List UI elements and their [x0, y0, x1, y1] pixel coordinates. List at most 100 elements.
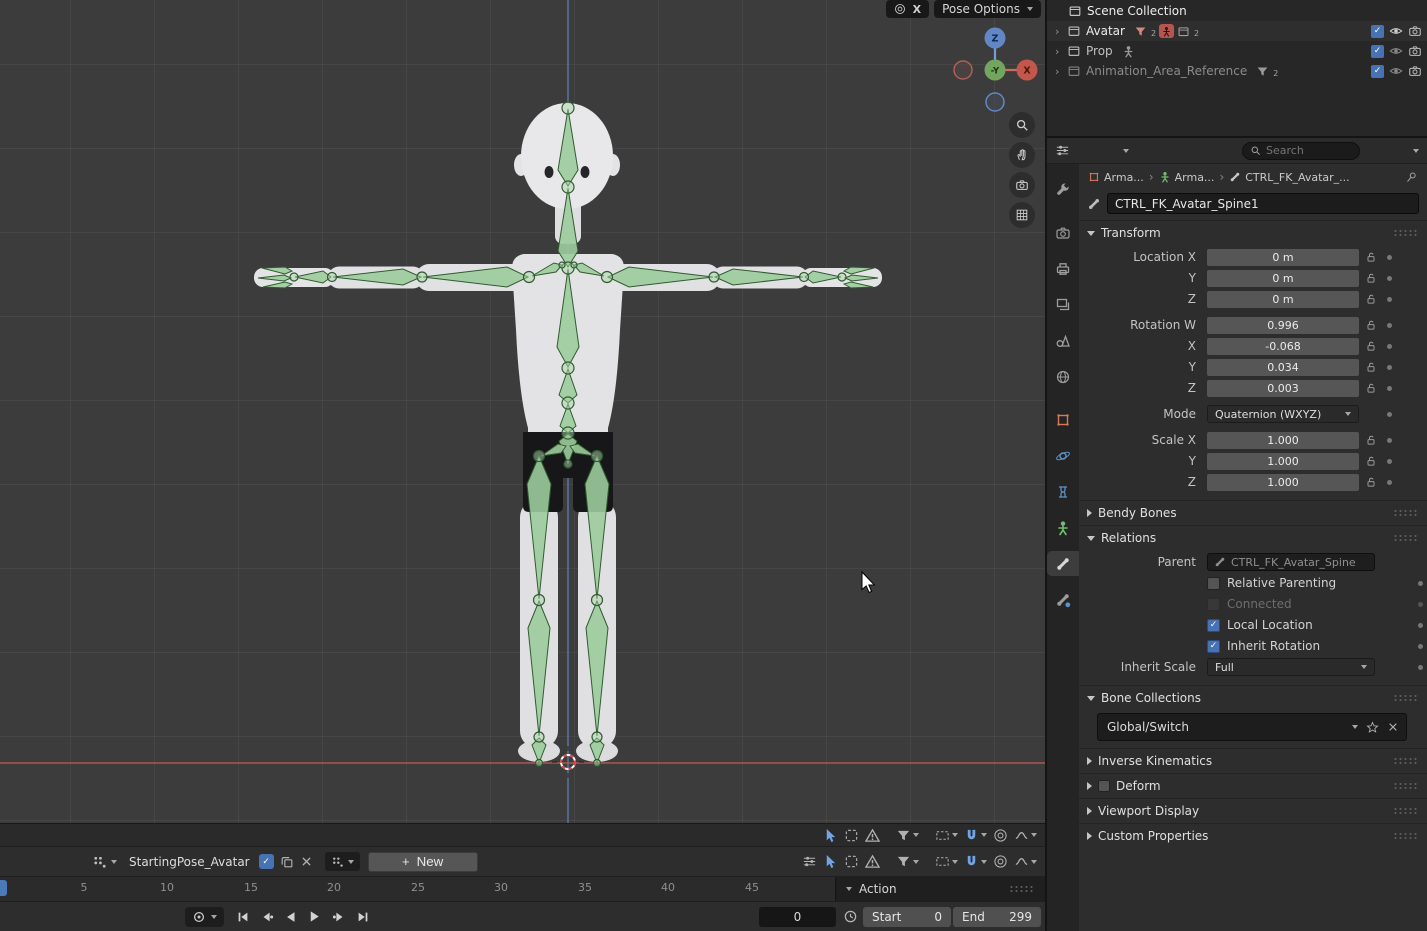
- bone-name-field[interactable]: [1107, 193, 1419, 214]
- tab-world[interactable]: [1047, 364, 1079, 389]
- drag-grip[interactable]: [1393, 534, 1419, 542]
- expand-chevron-icon[interactable]: ›: [1055, 45, 1065, 58]
- lock-icon[interactable]: [1362, 251, 1380, 263]
- drag-grip[interactable]: [1393, 807, 1419, 815]
- deform-checkbox[interactable]: [1098, 780, 1110, 792]
- falloff-icon[interactable]: [1014, 854, 1037, 869]
- animate-dot[interactable]: [1387, 480, 1392, 485]
- tab-render[interactable]: [1047, 220, 1079, 245]
- expand-chevron-icon[interactable]: ›: [1055, 65, 1065, 78]
- action-channel-header[interactable]: Action: [835, 877, 1045, 901]
- scale-x-field[interactable]: 1.000: [1207, 432, 1359, 449]
- outliner-row-animation-area-reference[interactable]: › Animation_Area_Reference 2 ✓: [1047, 61, 1427, 81]
- panel-deform-header[interactable]: Deform: [1079, 774, 1427, 798]
- scale-y-field[interactable]: 1.000: [1207, 453, 1359, 470]
- lock-icon[interactable]: [1362, 434, 1380, 446]
- animate-dot[interactable]: [1387, 276, 1392, 281]
- tab-view-layer[interactable]: [1047, 292, 1079, 317]
- camera-icon[interactable]: [1408, 24, 1422, 38]
- tab-scene[interactable]: [1047, 328, 1079, 353]
- current-frame-field[interactable]: 0: [759, 907, 836, 927]
- viewport-3d[interactable]: X Pose Options Z X -Y: [0, 0, 1045, 823]
- animate-dot[interactable]: [1418, 665, 1423, 670]
- zoom-button[interactable]: [1009, 112, 1035, 138]
- unlink-action-icon[interactable]: [300, 855, 313, 868]
- star-icon[interactable]: [1366, 721, 1379, 734]
- lock-icon[interactable]: [1362, 382, 1380, 394]
- timeline-ruler[interactable]: 5 10 15 20 25 30 35 40 45 Action: [0, 876, 1045, 901]
- show-errors-icon[interactable]: [865, 828, 880, 843]
- lock-icon[interactable]: [1362, 455, 1380, 467]
- animate-dot[interactable]: [1387, 365, 1392, 370]
- jump-to-end-button[interactable]: [354, 908, 371, 925]
- chevron-down-icon[interactable]: [1352, 725, 1358, 729]
- tab-output[interactable]: [1047, 256, 1079, 281]
- eye-icon[interactable]: [1389, 44, 1403, 58]
- auto-keying-toggle[interactable]: [185, 907, 224, 927]
- location-y-field[interactable]: 0 m: [1207, 270, 1359, 287]
- local-location-checkbox[interactable]: ✓: [1207, 619, 1220, 632]
- snap-icon[interactable]: [964, 828, 987, 843]
- animate-dot[interactable]: [1387, 412, 1392, 417]
- filter-icon[interactable]: [896, 854, 919, 869]
- proportional-edit-icon[interactable]: [894, 3, 906, 15]
- panel-bone-collections-header[interactable]: Bone Collections: [1079, 686, 1427, 710]
- animate-dot[interactable]: [1387, 386, 1392, 391]
- chevron-down-icon[interactable]: [1123, 149, 1129, 153]
- tab-object-data[interactable]: [1047, 515, 1079, 540]
- snap-icon[interactable]: [964, 854, 987, 869]
- camera-icon[interactable]: [1408, 64, 1422, 78]
- animate-dot[interactable]: [1387, 438, 1392, 443]
- search-box[interactable]: [1242, 142, 1360, 160]
- drag-grip[interactable]: [1393, 832, 1419, 840]
- location-x-field[interactable]: 0 m: [1207, 249, 1359, 266]
- close-icon[interactable]: [1387, 721, 1399, 733]
- inherit-rotation-checkbox[interactable]: ✓: [1207, 640, 1220, 653]
- drag-grip[interactable]: [1393, 757, 1419, 765]
- tab-tool[interactable]: [1047, 177, 1079, 202]
- rotation-w-field[interactable]: 0.996: [1207, 317, 1359, 334]
- x-mirror-icon[interactable]: X: [913, 3, 921, 16]
- prev-keyframe-button[interactable]: [258, 908, 275, 925]
- animate-dot[interactable]: [1387, 323, 1392, 328]
- panel-custom-properties-header[interactable]: Custom Properties: [1079, 824, 1427, 848]
- exclude-checkbox[interactable]: ✓: [1371, 65, 1384, 78]
- breadcrumb-object[interactable]: Arma...: [1088, 171, 1144, 184]
- editor-type-button[interactable]: [92, 854, 117, 869]
- gizmo-neg-x-ball[interactable]: [954, 61, 972, 79]
- animate-dot[interactable]: [1418, 644, 1423, 649]
- tab-object[interactable]: [1047, 407, 1079, 432]
- play-reverse-button[interactable]: [282, 908, 299, 925]
- select-box-icon[interactable]: [935, 854, 958, 869]
- action-name[interactable]: StartingPose_Avatar: [129, 855, 250, 869]
- tab-object-constraints[interactable]: [1047, 479, 1079, 504]
- panel-viewport-display-header[interactable]: Viewport Display: [1079, 799, 1427, 823]
- lock-icon[interactable]: [1362, 293, 1380, 305]
- animate-dot[interactable]: [1387, 459, 1392, 464]
- exclude-checkbox[interactable]: ✓: [1371, 45, 1384, 58]
- animate-dot[interactable]: [1418, 581, 1423, 586]
- current-frame-marker[interactable]: [0, 880, 7, 896]
- proportional-editing-icon[interactable]: [993, 854, 1008, 869]
- scale-z-field[interactable]: 1.000: [1207, 474, 1359, 491]
- filter-chevron-icon[interactable]: [1413, 149, 1419, 153]
- panel-inverse-kinematics-header[interactable]: Inverse Kinematics: [1079, 749, 1427, 773]
- ortho-toggle-button[interactable]: [1009, 202, 1035, 228]
- drag-grip[interactable]: [1393, 782, 1419, 790]
- browse-action-button[interactable]: [325, 852, 360, 871]
- pin-icon[interactable]: [1405, 171, 1418, 184]
- gizmo-neg-z-ball[interactable]: [986, 93, 1004, 111]
- location-z-field[interactable]: 0 m: [1207, 291, 1359, 308]
- drag-grip[interactable]: [1393, 509, 1419, 517]
- camera-view-button[interactable]: [1009, 172, 1035, 198]
- panel-transform-header[interactable]: Transform: [1079, 221, 1427, 245]
- bone-collection-item[interactable]: Global/Switch: [1097, 713, 1407, 741]
- next-keyframe-button[interactable]: [330, 908, 347, 925]
- camera-icon[interactable]: [1408, 44, 1422, 58]
- show-hidden-icon[interactable]: [844, 854, 859, 869]
- animate-dot[interactable]: [1387, 344, 1392, 349]
- outliner-row-prop[interactable]: › Prop ✓: [1047, 41, 1427, 61]
- tab-bone[interactable]: [1047, 551, 1079, 576]
- only-selected-icon[interactable]: [823, 828, 838, 843]
- lock-icon[interactable]: [1362, 340, 1380, 352]
